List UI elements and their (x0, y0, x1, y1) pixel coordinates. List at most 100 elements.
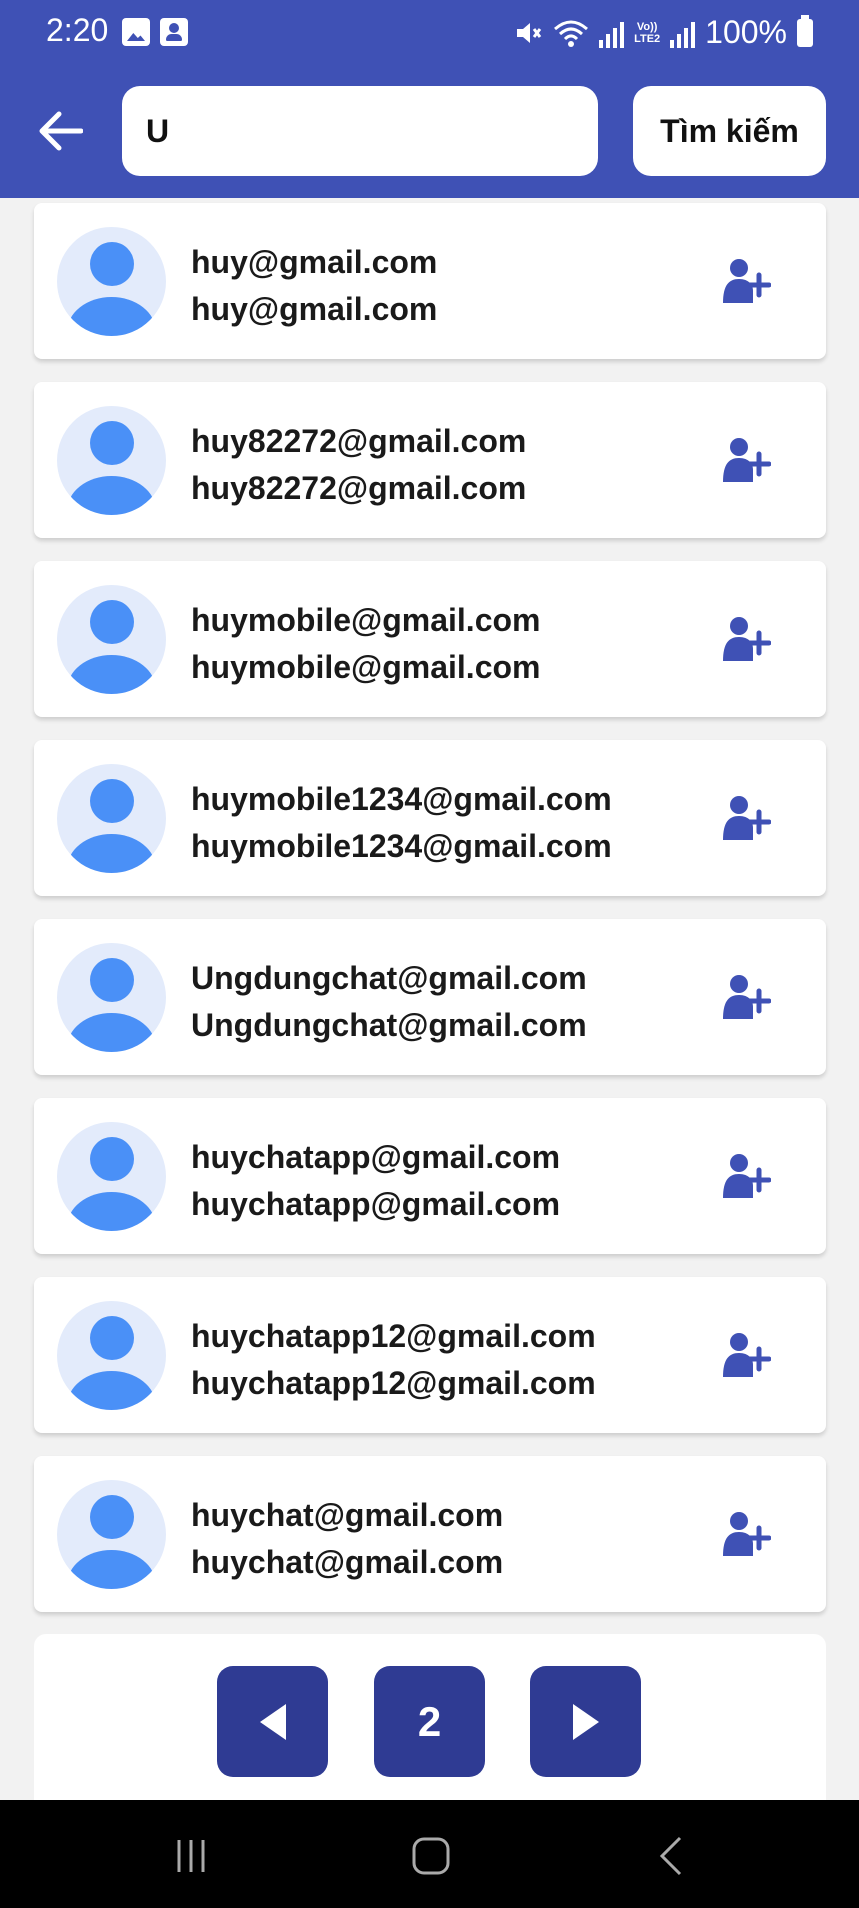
user-card[interactable]: Ungdungchat@gmail.com Ungdungchat@gmail.c… (34, 919, 826, 1075)
avatar (57, 227, 166, 336)
avatar (57, 1301, 166, 1410)
user-card[interactable]: huymobile1234@gmail.com huymobile1234@gma… (34, 740, 826, 896)
chevron-left-icon (659, 1836, 682, 1876)
add-friend-button[interactable] (717, 611, 773, 667)
user-name: huychatapp12@gmail.com (191, 1318, 596, 1354)
person-add-icon (723, 1154, 771, 1198)
home-icon (412, 1837, 450, 1875)
status-time: 2:20 (46, 12, 109, 48)
user-info: huychatapp12@gmail.com huychatapp12@gmail… (191, 1313, 596, 1407)
avatar (57, 943, 166, 1052)
avatar (57, 1122, 166, 1231)
battery-percent: 100% (705, 14, 787, 50)
user-name: Ungdungchat@gmail.com (191, 960, 587, 996)
avatar-head (90, 1137, 134, 1181)
avatar-head (90, 1495, 134, 1539)
user-info: huychatapp@gmail.com huychatapp@gmail.com (191, 1134, 560, 1228)
avatar-head (90, 421, 134, 465)
user-name: huychatapp@gmail.com (191, 1139, 561, 1175)
back-nav-button[interactable] (649, 1834, 693, 1878)
avatar (57, 764, 166, 873)
avatar-body (67, 1371, 156, 1410)
user-card[interactable]: huy@gmail.com huy@gmail.com (34, 203, 826, 359)
avatar-head (90, 958, 134, 1002)
recent-apps-button[interactable] (169, 1834, 213, 1878)
add-friend-button[interactable] (717, 1327, 773, 1383)
add-friend-button[interactable] (717, 253, 773, 309)
arrow-left-icon (39, 111, 83, 151)
avatar-body (67, 476, 156, 515)
user-email: huy@gmail.com (191, 291, 438, 327)
current-page-button[interactable]: 2 (374, 1666, 485, 1777)
user-email: Ungdungchat@gmail.com (191, 1007, 587, 1043)
person-add-icon (723, 617, 771, 661)
add-friend-button[interactable] (717, 1148, 773, 1204)
search-input[interactable] (122, 86, 598, 176)
back-button[interactable] (34, 106, 86, 156)
status-notification-icons (122, 18, 188, 46)
user-name: huymobile1234@gmail.com (191, 781, 612, 817)
next-page-button[interactable] (530, 1666, 641, 1777)
avatar-head (90, 779, 134, 823)
add-friend-button[interactable] (717, 790, 773, 846)
person-add-icon (723, 796, 771, 840)
user-name: huy@gmail.com (191, 244, 438, 280)
signal-icon-1 (599, 18, 625, 48)
user-email: huy82272@gmail.com (191, 470, 527, 506)
user-email: huychatapp12@gmail.com (191, 1365, 596, 1401)
avatar-body (67, 1192, 156, 1231)
system-nav-bar (0, 1800, 859, 1908)
user-name: huy82272@gmail.com (191, 423, 527, 459)
wifi-icon (554, 20, 589, 47)
user-info: huy82272@gmail.com huy82272@gmail.com (191, 418, 526, 512)
user-card[interactable]: huymobile@gmail.com huymobile@gmail.com (34, 561, 826, 717)
avatar-head (90, 600, 134, 644)
user-info: huymobile1234@gmail.com huymobile1234@gma… (191, 776, 612, 870)
person-add-icon (723, 1333, 771, 1377)
avatar-head (90, 242, 134, 286)
user-card[interactable]: huychatapp12@gmail.com huychatapp12@gmail… (34, 1277, 826, 1433)
add-friend-button[interactable] (717, 969, 773, 1025)
user-name: huychat@gmail.com (191, 1497, 504, 1533)
avatar-body (67, 1013, 156, 1052)
avatar-body (67, 834, 156, 873)
avatar (57, 1480, 166, 1589)
status-right-icons: Vo)) LTE2 100% (513, 14, 813, 51)
add-friend-button[interactable] (717, 432, 773, 488)
prev-page-button[interactable] (217, 1666, 328, 1777)
avatar-head (90, 1316, 134, 1360)
avatar-body (67, 297, 156, 336)
home-button[interactable] (409, 1834, 453, 1878)
avatar (57, 585, 166, 694)
user-info: huychat@gmail.com huychat@gmail.com (191, 1492, 503, 1586)
user-email: huychatapp@gmail.com (191, 1186, 561, 1222)
volte-icon: Vo)) LTE2 (634, 20, 661, 45)
mute-icon (517, 22, 542, 43)
avatar (57, 406, 166, 515)
user-info: huymobile@gmail.com huymobile@gmail.com (191, 597, 540, 691)
triangle-right-icon (572, 1703, 599, 1740)
status-bar: 2:20 Vo)) LTE2 100% (0, 0, 859, 66)
gallery-icon (122, 18, 150, 46)
avatar-body (67, 1550, 156, 1589)
app-header: 2:20 Vo)) LTE2 100% U Tìm kiếm (0, 0, 859, 198)
add-friend-button[interactable] (717, 1506, 773, 1562)
recent-apps-icon (177, 1840, 205, 1872)
person-add-icon (723, 975, 771, 1019)
search-button[interactable]: Tìm kiếm (633, 86, 826, 176)
user-info: Ungdungchat@gmail.com Ungdungchat@gmail.c… (191, 955, 587, 1049)
user-email: huymobile1234@gmail.com (191, 828, 612, 864)
user-card[interactable]: huy82272@gmail.com huy82272@gmail.com (34, 382, 826, 538)
user-card[interactable]: huychatapp@gmail.com huychatapp@gmail.com (34, 1098, 826, 1254)
user-card[interactable]: huychat@gmail.com huychat@gmail.com (34, 1456, 826, 1612)
user-email: huychat@gmail.com (191, 1544, 504, 1580)
user-name: huymobile@gmail.com (191, 602, 541, 638)
person-add-icon (723, 259, 771, 303)
avatar-body (67, 655, 156, 694)
battery-icon (797, 14, 813, 47)
contact-icon (160, 18, 188, 46)
user-email: huymobile@gmail.com (191, 649, 541, 685)
signal-icon-2 (670, 18, 696, 48)
user-info: huy@gmail.com huy@gmail.com (191, 239, 437, 333)
pagination: 2 (34, 1634, 826, 1800)
